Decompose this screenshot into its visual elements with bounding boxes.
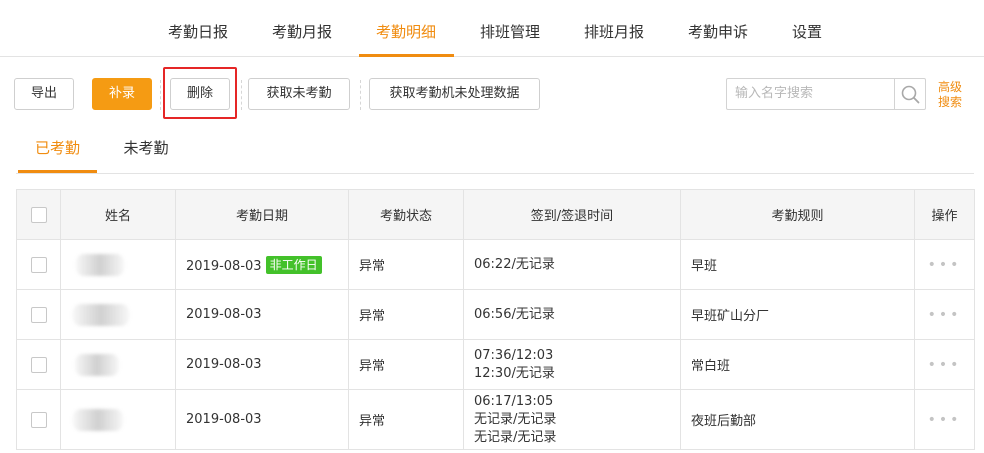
signin-line: 06:17/13:05 xyxy=(474,393,554,409)
rule-cell: 常白班 xyxy=(680,339,915,390)
date-cell: 2019-08-03 xyxy=(175,389,349,450)
tab-not-attended[interactable]: 未考勤 xyxy=(112,127,180,173)
row-checkbox[interactable] xyxy=(30,256,47,273)
more-actions-button[interactable]: ••• xyxy=(914,239,975,290)
toolbar-divider xyxy=(360,80,361,110)
date-cell: 2019-08-03 非工作日 xyxy=(175,239,349,290)
row-checkbox[interactable] xyxy=(30,306,47,323)
name-cell xyxy=(60,289,176,340)
non-workday-badge: 非工作日 xyxy=(265,255,322,274)
tab-monthly-report[interactable]: 考勤月报 xyxy=(267,0,337,57)
fetch-machine-data-button[interactable]: 获取考勤机未处理数据 xyxy=(369,78,540,110)
name-cell xyxy=(60,389,176,450)
table-header-row: 姓名 考勤日期 考勤状态 签到/签退时间 考勤规则 操作 xyxy=(16,189,975,240)
signin-line: 06:22/无记录 xyxy=(474,256,555,272)
row-checkbox-cell xyxy=(16,389,61,450)
date-cell: 2019-08-03 xyxy=(175,339,349,390)
signin-cell: 07:36/12:03 12:30/无记录 xyxy=(463,339,681,390)
tab-attendance-details[interactable]: 考勤明细 xyxy=(371,0,441,57)
name-cell xyxy=(60,239,176,290)
toolbar-divider xyxy=(241,80,242,110)
signin-cell: 06:56/无记录 xyxy=(463,289,681,340)
fetch-absent-button[interactable]: 获取未考勤 xyxy=(248,78,350,110)
signin-line: 12:30/无记录 xyxy=(474,365,555,381)
row-checkbox[interactable] xyxy=(30,356,47,373)
search-placeholder: 输入名字搜索 xyxy=(735,86,814,101)
more-actions-button[interactable]: ••• xyxy=(914,339,975,390)
status-cell: 异常 xyxy=(348,339,464,390)
blurred-name xyxy=(76,253,124,276)
table-row[interactable]: 2019-08-03 异常 06:17/13:05 无记录/无记录 无记录/无记录 … xyxy=(16,389,975,450)
table-row[interactable]: 2019-08-03 异常 07:36/12:03 12:30/无记录 常白班 •… xyxy=(16,339,975,390)
header-signin: 签到/签退时间 xyxy=(463,189,681,240)
signin-cell: 06:17/13:05 无记录/无记录 无记录/无记录 xyxy=(463,389,681,450)
supplement-button[interactable]: 补录 xyxy=(92,78,152,110)
select-all-checkbox[interactable] xyxy=(30,206,47,223)
date-text: 2019-08-03 xyxy=(186,258,262,274)
search-button[interactable] xyxy=(894,79,925,109)
header-status: 考勤状态 xyxy=(348,189,464,240)
blurred-name xyxy=(75,353,119,376)
header-name: 姓名 xyxy=(60,189,176,240)
advanced-search-label-line1: 高级 xyxy=(938,80,963,94)
status-cell: 异常 xyxy=(348,239,464,290)
top-nav: 考勤日报 考勤月报 考勤明细 排班管理 排班月报 考勤申诉 设置 xyxy=(0,0,984,57)
blurred-name xyxy=(73,303,129,326)
delete-button-highlight xyxy=(163,67,237,119)
toolbar-divider xyxy=(160,80,161,110)
rule-cell: 夜班后勤部 xyxy=(680,389,915,450)
signin-cell: 06:22/无记录 xyxy=(463,239,681,290)
tab-attended[interactable]: 已考勤 xyxy=(18,127,97,173)
signin-line: 07:36/12:03 xyxy=(474,347,554,363)
attendance-table: 姓名 考勤日期 考勤状态 签到/签退时间 考勤规则 操作 2019-08-03 非… xyxy=(16,189,975,450)
status-cell: 异常 xyxy=(348,389,464,450)
export-button[interactable]: 导出 xyxy=(14,78,74,110)
search-input[interactable]: 输入名字搜索 xyxy=(726,78,926,110)
search-icon xyxy=(901,85,920,104)
status-cell: 异常 xyxy=(348,289,464,340)
row-checkbox-cell xyxy=(16,239,61,290)
advanced-search-link[interactable]: 高级 搜索 xyxy=(938,80,968,110)
tab-settings[interactable]: 设置 xyxy=(787,0,827,57)
row-checkbox-cell xyxy=(16,289,61,340)
tab-daily-report[interactable]: 考勤日报 xyxy=(163,0,233,57)
signin-line: 无记录/无记录 xyxy=(474,429,557,445)
date-cell: 2019-08-03 xyxy=(175,289,349,340)
advanced-search-label-line2: 搜索 xyxy=(938,95,963,109)
name-cell xyxy=(60,339,176,390)
header-actions: 操作 xyxy=(914,189,975,240)
rule-cell: 早班矿山分厂 xyxy=(680,289,915,340)
active-subtab-indicator xyxy=(18,170,97,173)
header-date: 考勤日期 xyxy=(175,189,349,240)
header-rule: 考勤规则 xyxy=(680,189,915,240)
blurred-name xyxy=(73,408,123,431)
select-all-cell xyxy=(16,189,61,240)
tab-shift-management[interactable]: 排班管理 xyxy=(475,0,545,57)
signin-line: 06:56/无记录 xyxy=(474,306,555,322)
active-tab-indicator xyxy=(359,54,454,57)
rule-cell: 早班 xyxy=(680,239,915,290)
tab-shift-monthly[interactable]: 排班月报 xyxy=(579,0,649,57)
signin-line: 无记录/无记录 xyxy=(474,411,557,427)
row-checkbox[interactable] xyxy=(30,411,47,428)
sub-tabs: 已考勤 未考勤 xyxy=(16,127,974,174)
table-row[interactable]: 2019-08-03 非工作日 异常 06:22/无记录 早班 ••• xyxy=(16,239,975,290)
more-actions-button[interactable]: ••• xyxy=(914,389,975,450)
tab-attendance-appeal[interactable]: 考勤申诉 xyxy=(683,0,753,57)
table-row[interactable]: 2019-08-03 异常 06:56/无记录 早班矿山分厂 ••• xyxy=(16,289,975,340)
row-checkbox-cell xyxy=(16,339,61,390)
more-actions-button[interactable]: ••• xyxy=(914,289,975,340)
